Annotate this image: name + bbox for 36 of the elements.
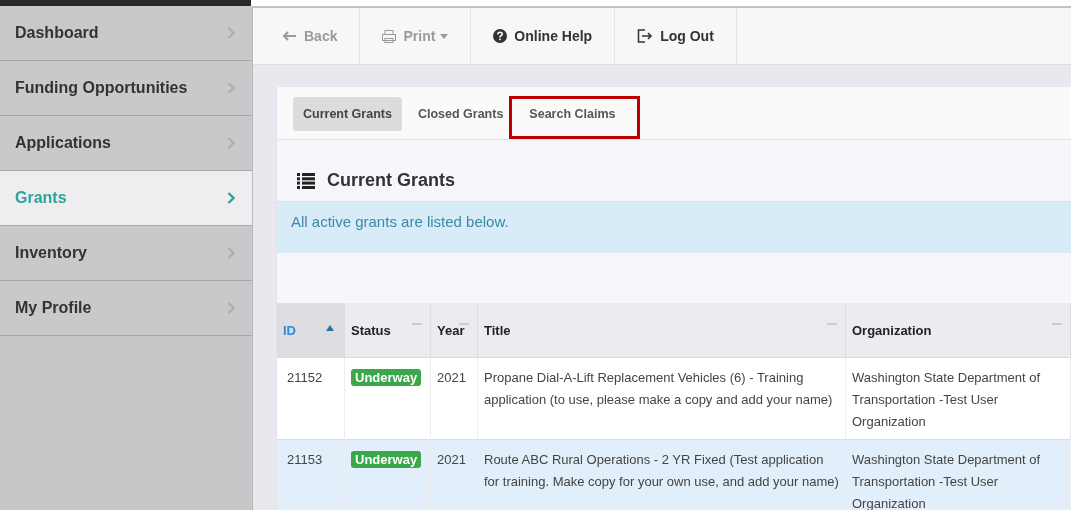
logout-button[interactable]: Log Out — [615, 8, 737, 64]
sort-icon — [1052, 323, 1062, 326]
section-heading: Current Grants — [327, 170, 456, 191]
chevron-icon — [227, 192, 235, 204]
table-row[interactable] — [277, 439, 1071, 510]
chevron-icon — [227, 82, 235, 94]
table-row[interactable] — [277, 357, 1071, 440]
column-header[interactable]: Year — [430, 303, 478, 358]
chevron-icon — [227, 302, 235, 314]
arrow-icon — [283, 31, 297, 41]
table-cell: 21153 — [277, 439, 345, 510]
status-badge: Underway — [351, 369, 422, 386]
alert-text: All active grants are listed below. — [291, 213, 509, 230]
column-header[interactable]: Title — [477, 303, 846, 358]
help-icon — [493, 29, 508, 43]
table-cell: Washington State Department of Transportation -Test User Organization — [845, 439, 1071, 510]
sort-icon — [459, 323, 469, 326]
sort-icon — [827, 323, 837, 326]
column-header[interactable]: Status — [344, 303, 431, 358]
tab[interactable]: Search Claims — [519, 97, 626, 131]
logout-icon — [637, 29, 654, 43]
tab[interactable]: Current Grants — [293, 97, 402, 131]
list-icon — [297, 172, 315, 189]
chevron-icon — [227, 247, 235, 259]
chevron-icon — [227, 27, 235, 39]
help-button[interactable]: Online Help — [471, 8, 616, 64]
caret-icon — [440, 33, 449, 39]
table-cell: Route ABC Rural Operations - 2 YR Fixed (Test application for training. Make copy for your own use, and add your name) — [477, 439, 846, 510]
column-header[interactable]: Organization — [845, 303, 1071, 358]
sort-ascending-icon — [326, 325, 334, 331]
sort-icon — [412, 323, 422, 326]
chevron-icon — [227, 137, 235, 149]
printer-icon — [382, 29, 397, 43]
status-badge: Underway — [351, 451, 422, 468]
table-cell: 2021 — [430, 439, 478, 510]
tab[interactable]: Closed Grants — [407, 97, 514, 131]
